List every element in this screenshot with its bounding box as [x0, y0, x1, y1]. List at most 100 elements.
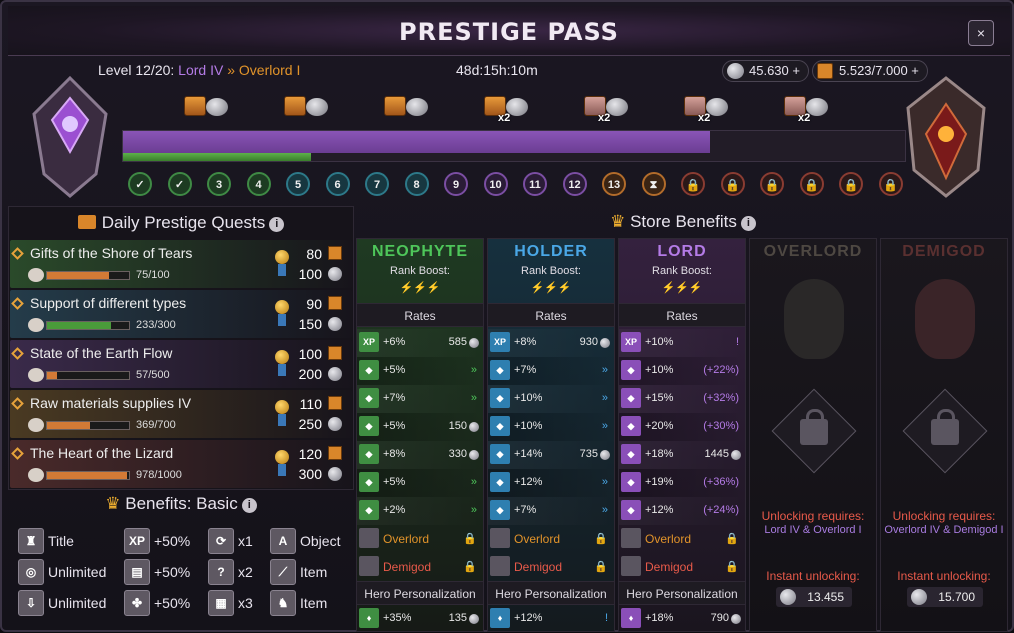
- info-icon[interactable]: i: [241, 498, 257, 513]
- rate-icon: ◆: [359, 360, 379, 380]
- rate-row: ◆ +2% »: [357, 497, 483, 525]
- level-node-completed[interactable]: ✓: [128, 172, 152, 196]
- level-node[interactable]: 12: [562, 172, 587, 196]
- medal-icon: [274, 350, 290, 378]
- medal-icon: [274, 300, 290, 328]
- rate-row: ◆ +8% 330: [357, 441, 483, 469]
- close-button[interactable]: ×: [968, 20, 994, 46]
- quest-type-icon: [28, 268, 44, 282]
- hero-icon: ♦: [359, 608, 379, 628]
- quest-progress-bar: [46, 271, 130, 280]
- rate-icon: ◆: [621, 472, 641, 492]
- quest-reward-silver: 200: [298, 366, 322, 382]
- overlord-label: Overlord: [514, 532, 561, 546]
- level-node[interactable]: 10: [483, 172, 508, 196]
- reward-slot[interactable]: x2: [484, 96, 528, 124]
- rate-extra: (+30%): [703, 420, 739, 432]
- rate-extra: 735: [579, 448, 598, 460]
- level-node-completed[interactable]: ✓: [167, 172, 192, 196]
- quest-progress-text: 57/500: [136, 369, 170, 381]
- level-node[interactable]: 6: [325, 172, 350, 196]
- level-node[interactable]: 8: [404, 172, 429, 196]
- rate-row: ◆ +10% »: [488, 413, 614, 441]
- hero-row: ♦ +18% 790: [619, 605, 745, 633]
- overlord-rank-emblem: [906, 76, 986, 198]
- rate-value: +5%: [383, 476, 406, 488]
- quest-reward-silver: 250: [298, 416, 322, 432]
- rate-extra: 930: [579, 336, 598, 348]
- reward-slot[interactable]: [384, 96, 428, 118]
- rate-extra: !: [735, 336, 739, 348]
- quests-title: Daily Prestige Quests i: [9, 213, 353, 233]
- quest-type-icon: [28, 418, 44, 432]
- unlock-requirement: Lord IV & Overlord I: [764, 524, 862, 536]
- rate-row: XP +6% 585: [357, 329, 483, 357]
- demigod-row: Demigod 🔒: [619, 553, 745, 581]
- overlord-badge-icon: [359, 528, 379, 548]
- reward-slot[interactable]: x2: [684, 96, 728, 124]
- store-column-lord: LORD Rank Boost: ⚡⚡⚡ Rates XP +10%! ◆ +10% (+22%…: [618, 238, 746, 632]
- lock-icon: 🔒: [594, 533, 608, 545]
- quest-row[interactable]: Gifts of the Shore of Tears 75/100 80 100: [10, 240, 352, 288]
- level-node[interactable]: 13: [602, 172, 626, 196]
- quest-type-icon: [28, 318, 44, 332]
- reward-slot[interactable]: [284, 96, 328, 118]
- quest-row[interactable]: Raw materials supplies IV 369/700 110 250: [10, 390, 352, 438]
- info-icon[interactable]: i: [740, 216, 756, 231]
- silver-currency[interactable]: 45.630 +: [722, 60, 809, 82]
- rate-extra: »: [601, 420, 608, 432]
- rate-icon: ◆: [359, 388, 379, 408]
- question-icon: ?: [208, 559, 234, 585]
- hero-value: +12%: [514, 612, 543, 624]
- info-icon[interactable]: i: [269, 217, 285, 232]
- rate-extra: »: [470, 504, 477, 516]
- rate-extra: (+24%): [703, 504, 739, 516]
- rate-row: ◆ +7% »: [357, 385, 483, 413]
- silver-coin-icon: [600, 338, 610, 348]
- level-node[interactable]: 4: [246, 172, 271, 196]
- quest-row[interactable]: Support of different types 233/300 90 150: [10, 290, 352, 338]
- level-node-locked[interactable]: 🔒: [878, 172, 903, 196]
- rate-value: +8%: [514, 336, 537, 348]
- instant-unlock-button[interactable]: 13.455: [776, 587, 852, 607]
- quest-progress-text: 75/100: [136, 269, 170, 281]
- level-node-locked[interactable]: 🔒: [720, 172, 745, 196]
- instant-unlock-button[interactable]: 15.700: [907, 587, 983, 607]
- download-icon: ⇩: [18, 590, 44, 616]
- level-node[interactable]: 11: [523, 172, 547, 196]
- progress-track: [122, 130, 906, 162]
- rate-value: +2%: [383, 504, 406, 516]
- silver-coin-icon: [328, 467, 342, 481]
- reward-multiplier: x2: [598, 112, 611, 124]
- reward-slot[interactable]: [184, 96, 228, 118]
- rate-icon: ◆: [490, 472, 510, 492]
- demigod-badge-icon: [621, 556, 641, 576]
- benefit-label: x1: [238, 533, 253, 549]
- level-node-locked[interactable]: 🔒: [799, 172, 824, 196]
- rate-value: +10%: [514, 392, 543, 404]
- reward-slot[interactable]: x2: [584, 96, 628, 124]
- rate-icon: ◆: [490, 360, 510, 380]
- level-node[interactable]: 9: [444, 172, 468, 196]
- rate-row: ◆ +10% (+22%): [619, 357, 745, 385]
- reward-slot[interactable]: x2: [784, 96, 828, 124]
- silver-coin-icon: [731, 614, 741, 624]
- level-node[interactable]: 7: [365, 172, 389, 196]
- rate-value: +12%: [645, 504, 674, 516]
- level-node[interactable]: ⧗: [641, 172, 666, 196]
- quest-row[interactable]: The Heart of the Lizard 978/1000 120 300: [10, 440, 352, 488]
- locked-tier-demigod: DEMIGOD Unlocking requires: Overlord IV & …: [880, 238, 1008, 632]
- rate-extra: »: [470, 476, 477, 488]
- level-node-locked[interactable]: 🔒: [760, 172, 784, 196]
- rate-icon: ◆: [621, 444, 641, 464]
- level-node[interactable]: 3: [207, 172, 231, 196]
- rate-extra: 330: [448, 448, 467, 460]
- level-node-locked[interactable]: 🔒: [681, 172, 705, 196]
- quest-row[interactable]: State of the Earth Flow 57/500 100 200: [10, 340, 352, 388]
- crate-icon: [328, 346, 342, 360]
- lock-icon: 🔒: [594, 561, 608, 573]
- lock-icon: 🔒: [463, 561, 477, 573]
- level-node-locked[interactable]: 🔒: [839, 172, 863, 196]
- level-node[interactable]: 5: [286, 172, 310, 196]
- silver-coin-icon: [600, 450, 610, 460]
